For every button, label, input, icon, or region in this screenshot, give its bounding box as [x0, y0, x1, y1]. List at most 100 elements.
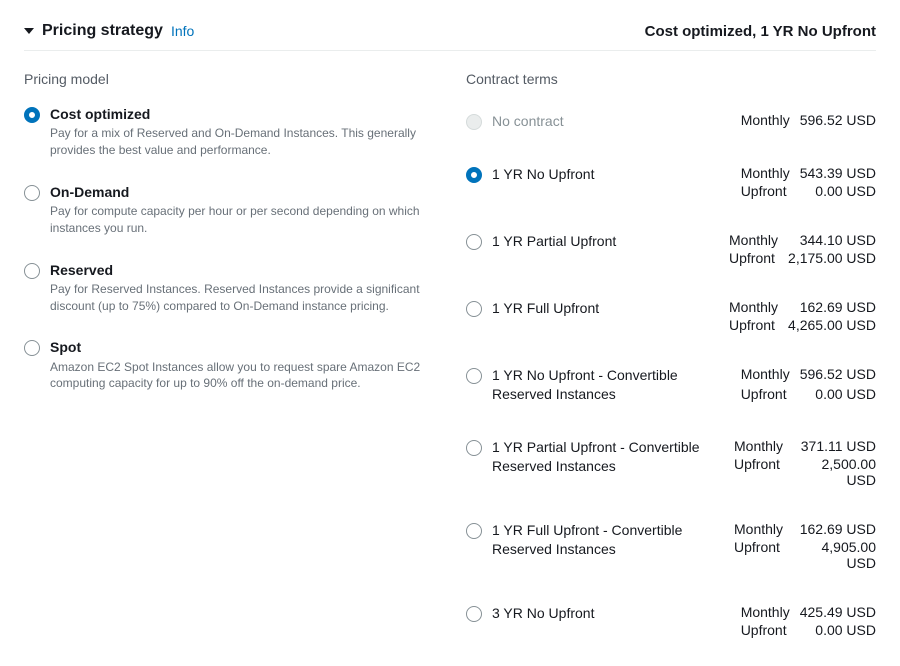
price-value: 2,500.00 USD — [793, 456, 876, 488]
price-block: Monthly 596.52 USD — [741, 112, 876, 132]
contract-option-1yr-no-upfront-conv[interactable]: 1 YR No Upfront - Convertible Reserved I… — [466, 345, 876, 417]
price-label: Upfront — [729, 317, 778, 333]
price-label: Monthly — [729, 299, 778, 315]
price-value: 596.52 USD — [800, 112, 876, 132]
price-block: Monthly 596.52 USD Upfront 0.00 USD — [741, 366, 876, 405]
radio-label: Cost optimized — [50, 105, 434, 123]
price-value: 425.49 USD — [800, 604, 876, 620]
contract-option-1yr-no-upfront[interactable]: 1 YR No Upfront Monthly 543.39 USD Upfront 0… — [466, 144, 876, 211]
radio-icon[interactable] — [24, 185, 40, 201]
contract-body: 1 YR Partial Upfront Monthly 344.10 USD Upf… — [492, 232, 876, 266]
contract-option-1yr-full-upfront-conv[interactable]: 1 YR Full Upfront - Convertible Reserved… — [466, 500, 876, 583]
radio-body: Cost optimized Pay for a mix of Reserved … — [50, 105, 434, 159]
radio-body: Spot Amazon EC2 Spot Instances allow you … — [50, 338, 434, 392]
pricing-model-column: Pricing model Cost optimized Pay for a mi… — [24, 71, 434, 650]
radio-icon[interactable] — [24, 340, 40, 356]
price-block: Monthly 162.69 USD Upfront 4,905.00 USD — [734, 521, 876, 571]
contract-label: 1 YR Full Upfront - Convertible Reserved… — [492, 521, 722, 571]
price-label: Upfront — [741, 622, 790, 638]
price-block: Monthly 425.49 USD Upfront 0.00 USD — [741, 604, 876, 638]
radio-body: Reserved Pay for Reserved Instances. Rese… — [50, 261, 434, 315]
price-value: 0.00 USD — [800, 622, 876, 638]
contract-option-3yr-no-upfront[interactable]: 3 YR No Upfront Monthly 425.49 USD Upfront 0… — [466, 583, 876, 650]
section-header[interactable]: Pricing strategy Info Cost optimized, 1 … — [24, 16, 876, 51]
price-label: Upfront — [734, 539, 783, 571]
price-label: Upfront — [729, 250, 778, 266]
contract-option-no-contract: No contract Monthly 596.52 USD — [466, 99, 876, 144]
radio-icon[interactable] — [466, 606, 482, 622]
radio-label: Reserved — [50, 261, 434, 279]
price-value: 162.69 USD — [788, 299, 876, 315]
price-value: 596.52 USD — [800, 366, 876, 385]
radio-icon[interactable] — [466, 368, 482, 384]
contract-body: No contract Monthly 596.52 USD — [492, 112, 876, 132]
price-label: Monthly — [729, 232, 778, 248]
price-value: 4,905.00 USD — [793, 539, 876, 571]
contract-body: 1 YR Partial Upfront - Convertible Reser… — [492, 438, 876, 488]
price-value: 0.00 USD — [800, 183, 876, 199]
pricing-model-option-cost-optimized[interactable]: Cost optimized Pay for a mix of Reserved … — [24, 99, 434, 177]
contract-label: 1 YR No Upfront - Convertible Reserved I… — [492, 366, 722, 405]
radio-icon[interactable] — [466, 440, 482, 456]
price-value: 0.00 USD — [800, 386, 876, 405]
caret-down-icon — [24, 28, 34, 34]
radio-icon — [466, 114, 482, 130]
radio-description: Pay for Reserved Instances. Reserved Ins… — [50, 281, 430, 315]
section-title: Pricing strategy — [42, 22, 163, 40]
contract-label: 1 YR No Upfront — [492, 165, 594, 199]
pricing-model-heading: Pricing model — [24, 71, 434, 87]
section-summary: Cost optimized, 1 YR No Upfront — [645, 23, 876, 40]
contract-body: 1 YR Full Upfront Monthly 162.69 USD Upfron… — [492, 299, 876, 333]
contract-option-1yr-partial-upfront-conv[interactable]: 1 YR Partial Upfront - Convertible Reser… — [466, 417, 876, 500]
price-block: Monthly 371.11 USD Upfront 2,500.00 USD — [734, 438, 876, 488]
contract-body: 1 YR Full Upfront - Convertible Reserved… — [492, 521, 876, 571]
radio-description: Pay for compute capacity per hour or per… — [50, 203, 430, 237]
radio-icon[interactable] — [24, 263, 40, 279]
contract-option-1yr-full-upfront[interactable]: 1 YR Full Upfront Monthly 162.69 USD Upfron… — [466, 278, 876, 345]
contract-label: 1 YR Full Upfront — [492, 299, 599, 333]
price-label: Monthly — [734, 438, 783, 454]
contract-label: 3 YR No Upfront — [492, 604, 594, 638]
price-value: 543.39 USD — [800, 165, 876, 181]
radio-body: On-Demand Pay for compute capacity per ho… — [50, 183, 434, 237]
contract-label: 1 YR Partial Upfront — [492, 232, 616, 266]
contract-label: No contract — [492, 112, 564, 132]
pricing-model-option-reserved[interactable]: Reserved Pay for Reserved Instances. Rese… — [24, 255, 434, 333]
info-link[interactable]: Info — [171, 23, 194, 39]
price-label: Upfront — [741, 183, 790, 199]
price-value: 162.69 USD — [793, 521, 876, 537]
radio-icon[interactable] — [24, 107, 40, 123]
price-value: 4,265.00 USD — [788, 317, 876, 333]
price-label: Monthly — [741, 165, 790, 181]
price-label: Upfront — [734, 456, 783, 488]
price-block: Monthly 543.39 USD Upfront 0.00 USD — [741, 165, 876, 199]
radio-label: On-Demand — [50, 183, 434, 201]
price-label: Upfront — [741, 386, 790, 405]
price-block: Monthly 162.69 USD Upfront 4,265.00 USD — [729, 299, 876, 333]
price-value: 371.11 USD — [793, 438, 876, 454]
radio-label: Spot — [50, 338, 434, 356]
contract-option-1yr-partial-upfront[interactable]: 1 YR Partial Upfront Monthly 344.10 USD Upf… — [466, 211, 876, 278]
radio-icon[interactable] — [466, 301, 482, 317]
contract-terms-column: Contract terms No contract Monthly 596.52 … — [466, 71, 876, 650]
contract-body: 3 YR No Upfront Monthly 425.49 USD Upfront 0… — [492, 604, 876, 638]
price-label: Monthly — [741, 112, 790, 132]
section-header-left: Pricing strategy Info — [24, 22, 194, 40]
contract-terms-heading: Contract terms — [466, 71, 876, 87]
contract-body: 1 YR No Upfront Monthly 543.39 USD Upfront 0… — [492, 165, 876, 199]
radio-icon[interactable] — [466, 234, 482, 250]
radio-description: Amazon EC2 Spot Instances allow you to r… — [50, 359, 430, 393]
contract-label: 1 YR Partial Upfront - Convertible Reser… — [492, 438, 722, 488]
radio-icon[interactable] — [466, 523, 482, 539]
price-label: Monthly — [741, 604, 790, 620]
price-block: Monthly 344.10 USD Upfront 2,175.00 USD — [729, 232, 876, 266]
radio-icon[interactable] — [466, 167, 482, 183]
pricing-model-option-spot[interactable]: Spot Amazon EC2 Spot Instances allow you … — [24, 332, 434, 410]
price-value: 2,175.00 USD — [788, 250, 876, 266]
price-label: Monthly — [741, 366, 790, 385]
radio-description: Pay for a mix of Reserved and On-Demand … — [50, 125, 430, 159]
contract-body: 1 YR No Upfront - Convertible Reserved I… — [492, 366, 876, 405]
price-label: Monthly — [734, 521, 783, 537]
price-value: 344.10 USD — [788, 232, 876, 248]
pricing-model-option-on-demand[interactable]: On-Demand Pay for compute capacity per ho… — [24, 177, 434, 255]
